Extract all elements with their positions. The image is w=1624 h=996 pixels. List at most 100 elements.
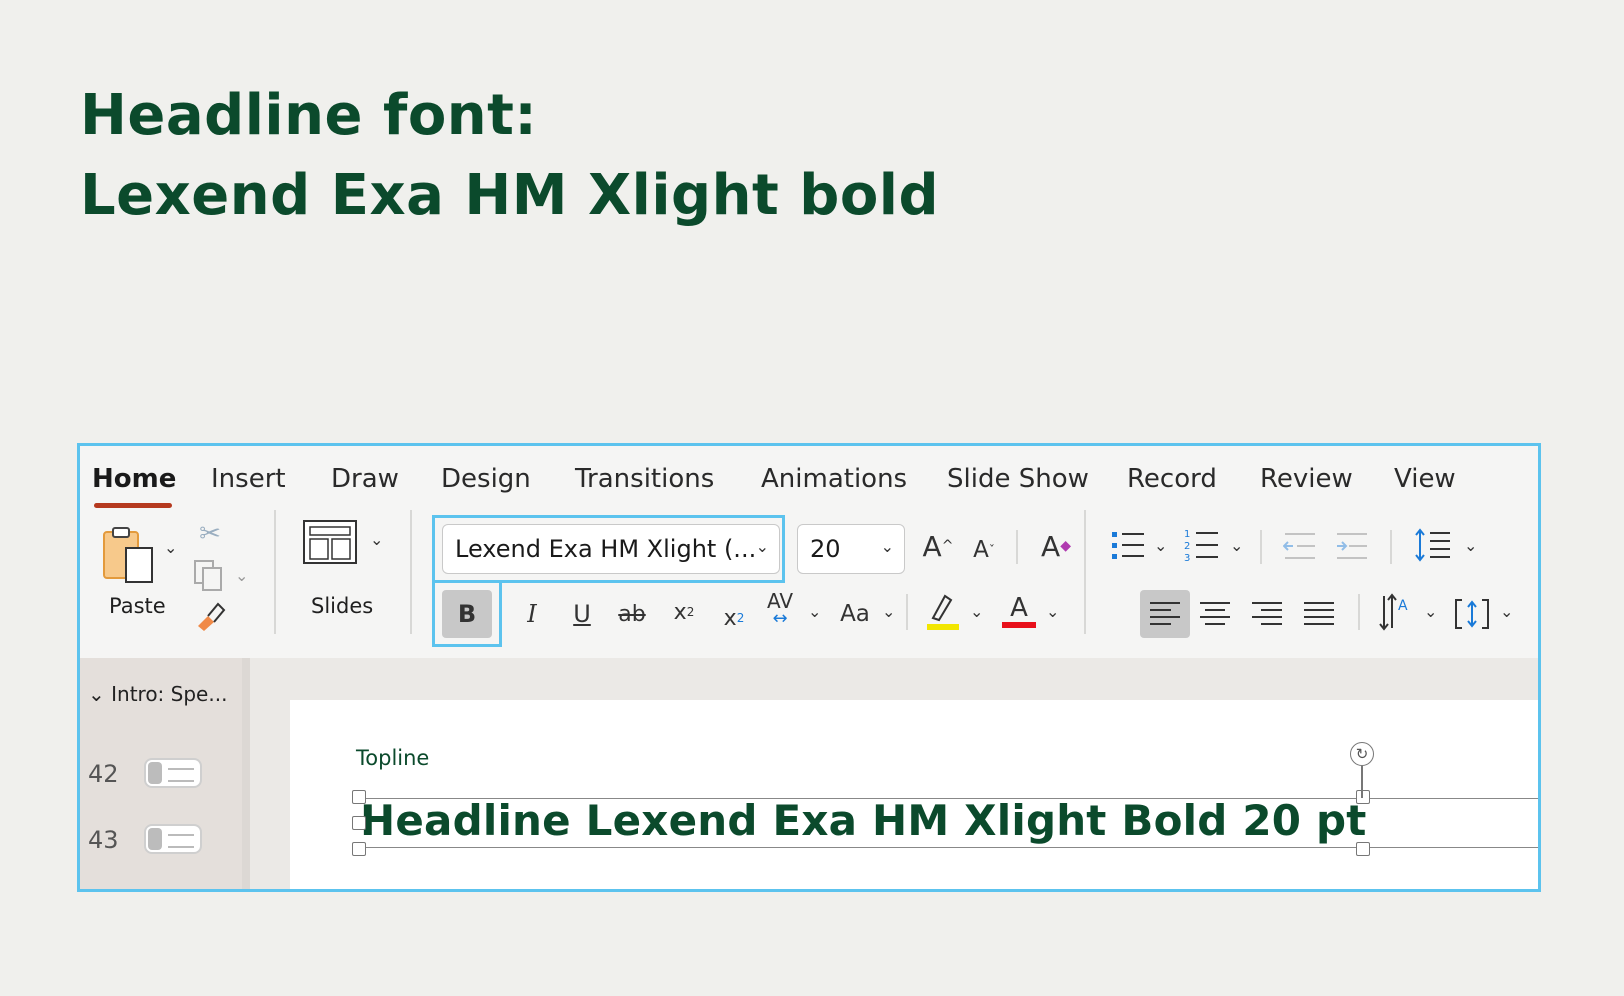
paste-options-chevron-icon[interactable]: ⌄ xyxy=(164,538,177,557)
cut-icon[interactable]: ✂ xyxy=(196,518,224,550)
bullets-icon[interactable] xyxy=(1108,526,1148,566)
font-size-value: 20 xyxy=(810,535,841,563)
tab-slide-show[interactable]: Slide Show xyxy=(947,464,1089,494)
slide-thumbnail[interactable] xyxy=(144,824,202,854)
text-direction-chevron-icon[interactable]: ⌄ xyxy=(1424,602,1437,621)
tab-animations[interactable]: Animations xyxy=(761,464,907,494)
section-title: Intro: Spe... xyxy=(111,682,228,706)
separator xyxy=(1390,530,1392,564)
separator xyxy=(410,510,412,634)
align-text-icon[interactable] xyxy=(1452,594,1492,634)
tab-record[interactable]: Record xyxy=(1127,464,1217,494)
svg-text:A: A xyxy=(1398,598,1408,614)
section-header[interactable]: ⌄ Intro: Spe... xyxy=(88,682,227,706)
increase-font-size-icon[interactable]: A ^ xyxy=(918,524,958,568)
resize-handle[interactable] xyxy=(1356,790,1370,804)
change-case-button[interactable]: Aa xyxy=(834,594,876,634)
slide-thumbnail-pane[interactable]: ⌄ Intro: Spe... 42 43 xyxy=(80,658,242,889)
separator xyxy=(1084,510,1086,634)
active-tab-indicator xyxy=(94,503,172,508)
svg-text:2: 2 xyxy=(1184,541,1190,552)
superscript-label: x xyxy=(673,599,687,625)
slides-chevron-icon[interactable]: ⌄ xyxy=(370,530,383,549)
resize-handle[interactable] xyxy=(352,842,366,856)
highlight-color-icon[interactable] xyxy=(924,588,962,636)
separator xyxy=(274,510,276,634)
page-heading: Headline font: Lexend Exa HM Xlight bold xyxy=(80,76,939,236)
tab-insert[interactable]: Insert xyxy=(211,464,286,494)
font-color-chevron-icon[interactable]: ⌄ xyxy=(1046,602,1059,621)
decrease-indent-icon[interactable] xyxy=(1280,528,1320,564)
separator xyxy=(1260,530,1262,564)
tab-design[interactable]: Design xyxy=(441,464,531,494)
subscript-label: x xyxy=(723,605,737,631)
slide-number: 42 xyxy=(88,760,119,788)
ribbon-tabs: Home Insert Draw Design Transitions Anim… xyxy=(80,446,1538,508)
text-direction-icon[interactable]: A xyxy=(1376,590,1416,634)
pane-divider[interactable] xyxy=(242,658,250,889)
slide-canvas[interactable]: Topline Headline Lexend Exa HM Xlight Bo… xyxy=(290,700,1538,889)
numbering-icon[interactable]: 123 xyxy=(1182,524,1222,566)
bullets-chevron-icon[interactable]: ⌄ xyxy=(1154,536,1167,555)
subscript-button[interactable]: x2 xyxy=(716,598,752,638)
rotate-handle-icon[interactable]: ↻ xyxy=(1350,742,1374,766)
tab-draw[interactable]: Draw xyxy=(331,464,399,494)
section-collapse-chevron-icon[interactable]: ⌄ xyxy=(88,682,105,706)
format-painter-icon[interactable] xyxy=(194,598,228,632)
font-size-chevron-icon: ⌄ xyxy=(880,537,894,556)
strikethrough-button[interactable]: ab xyxy=(612,594,652,634)
justify-icon[interactable] xyxy=(1300,596,1338,632)
font-color-icon[interactable]: A xyxy=(1000,586,1038,636)
superscript-button[interactable]: x2 xyxy=(666,592,702,632)
separator xyxy=(906,594,908,630)
ribbon: ⌄ Paste ✂ ⌄ ⌄ Slides Lexend Exa HM Xligh… xyxy=(80,510,1538,650)
rotate-handle-stem xyxy=(1361,766,1363,798)
tab-home[interactable]: Home xyxy=(92,464,176,494)
heading-line-2: Lexend Exa HM Xlight bold xyxy=(80,163,940,228)
paste-icon[interactable] xyxy=(100,524,160,588)
spacing-arrows-icon: ↔ xyxy=(772,608,788,629)
paste-label[interactable]: Paste xyxy=(109,594,166,618)
tab-transitions[interactable]: Transitions xyxy=(575,464,714,494)
align-right-icon[interactable] xyxy=(1248,596,1286,632)
resize-handle[interactable] xyxy=(352,790,366,804)
clear-formatting-icon[interactable]: A ◆ xyxy=(1036,524,1076,568)
svg-text:1: 1 xyxy=(1184,529,1190,540)
font-name-chevron-icon: ⌄ xyxy=(755,537,769,556)
slide-layout-icon[interactable] xyxy=(302,518,358,566)
line-spacing-chevron-icon[interactable]: ⌄ xyxy=(1464,536,1477,555)
tab-view[interactable]: View xyxy=(1394,464,1456,494)
copy-icon[interactable] xyxy=(192,558,226,592)
resize-handle[interactable] xyxy=(1356,842,1370,856)
separator xyxy=(1358,594,1360,630)
character-spacing-chevron-icon[interactable]: ⌄ xyxy=(808,602,821,621)
copy-options-chevron-icon[interactable]: ⌄ xyxy=(235,566,248,585)
heading-line-1: Headline font: xyxy=(80,83,538,148)
font-size-dropdown[interactable]: 20 ⌄ xyxy=(797,524,905,574)
decrease-font-size-icon[interactable]: Aˇ xyxy=(966,530,1002,570)
align-left-icon[interactable] xyxy=(1146,596,1184,632)
tab-review[interactable]: Review xyxy=(1260,464,1353,494)
resize-handle[interactable] xyxy=(352,816,366,830)
slides-label[interactable]: Slides xyxy=(311,594,373,618)
slide-number: 43 xyxy=(88,826,119,854)
highlight-color-chevron-icon[interactable]: ⌄ xyxy=(970,602,983,621)
svg-text:3: 3 xyxy=(1184,553,1190,563)
line-spacing-icon[interactable] xyxy=(1412,524,1454,566)
workspace: ⌄ Intro: Spe... 42 43 Topline Headline L… xyxy=(80,658,1538,889)
font-name-value: Lexend Exa HM Xlight (... xyxy=(455,535,757,563)
italic-button[interactable]: I xyxy=(514,594,550,634)
powerpoint-screenshot: Home Insert Draw Design Transitions Anim… xyxy=(77,443,1541,892)
slide-topline[interactable]: Topline xyxy=(356,746,429,770)
align-center-icon[interactable] xyxy=(1196,596,1234,632)
font-name-dropdown[interactable]: Lexend Exa HM Xlight (... ⌄ xyxy=(442,524,780,574)
increase-indent-icon[interactable] xyxy=(1332,528,1372,564)
align-text-chevron-icon[interactable]: ⌄ xyxy=(1500,602,1513,621)
slide-thumbnail[interactable] xyxy=(144,758,202,788)
numbering-chevron-icon[interactable]: ⌄ xyxy=(1230,536,1243,555)
change-case-chevron-icon[interactable]: ⌄ xyxy=(882,602,895,621)
bold-button[interactable]: B xyxy=(442,590,492,638)
slide-headline[interactable]: Headline Lexend Exa HM Xlight Bold 20 pt xyxy=(360,796,1367,845)
character-spacing-button[interactable]: AV ↔ xyxy=(760,588,800,632)
underline-button[interactable]: U xyxy=(564,594,600,634)
